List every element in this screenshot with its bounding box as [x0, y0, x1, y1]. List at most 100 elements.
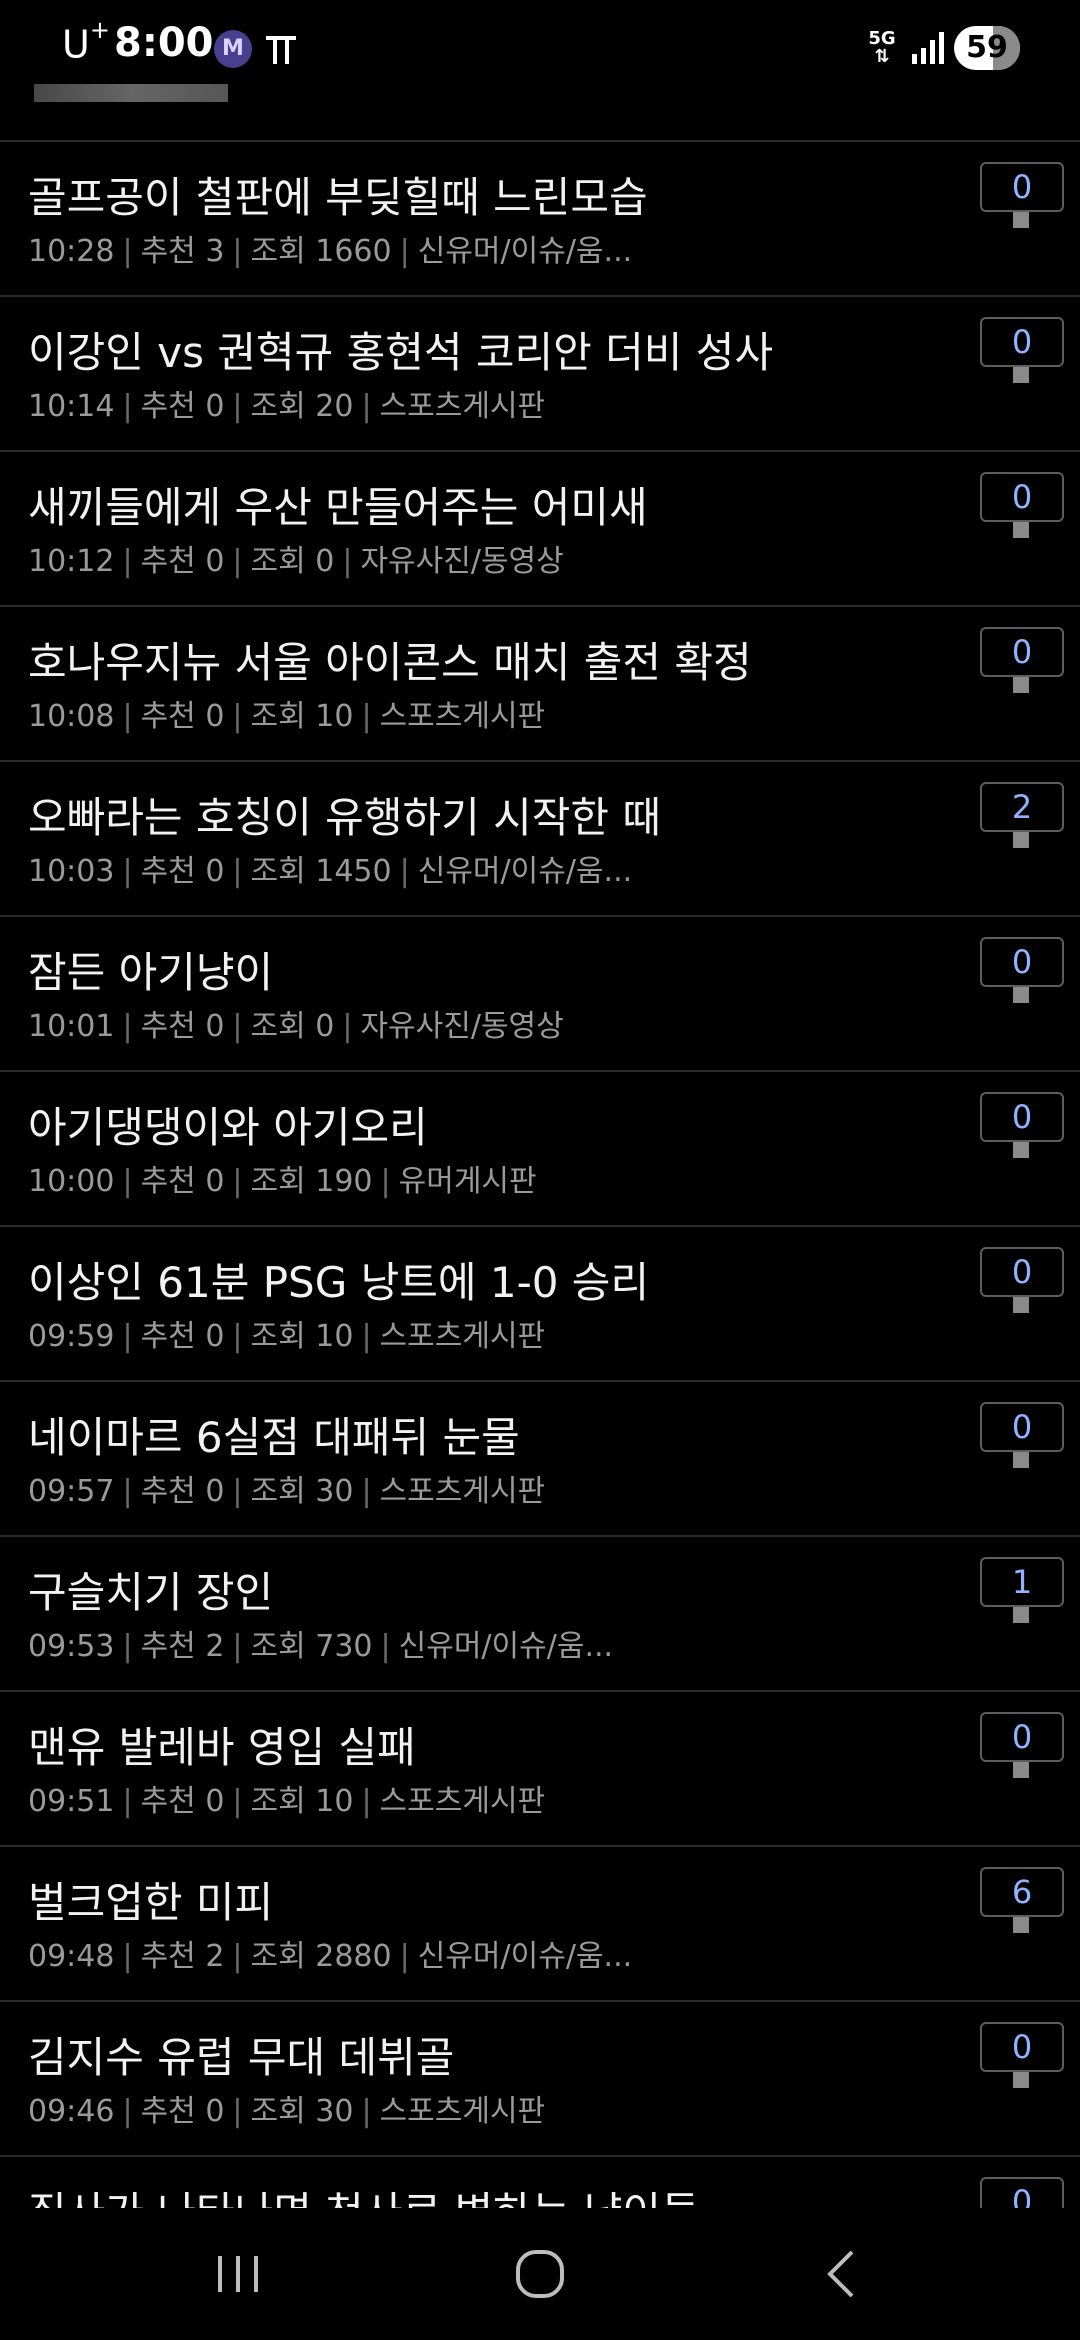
post-time: 10:14 — [28, 389, 115, 424]
post-title[interactable]: 새끼들에게 우산 만들어주는 어미새 — [28, 474, 648, 535]
post-title[interactable]: 오빠라는 호칭이 유행하기 시작한 때 — [28, 784, 661, 845]
recents-icon[interactable] — [208, 2244, 268, 2304]
post-views: 조회 30 — [250, 2094, 354, 2129]
post-time: 10:12 — [28, 544, 115, 579]
comment-bubble-tail-icon — [1013, 367, 1029, 383]
comment-count-badge[interactable]: 0 — [980, 937, 1064, 987]
post-meta: 09:46 | 추천 0 | 조회 30 | 스포츠게시판 — [28, 2086, 545, 2130]
post-title[interactable]: 김지수 유럽 무대 데뷔골 — [28, 2024, 454, 2085]
meta-separator: | — [399, 854, 410, 889]
comment-count-badge[interactable]: 0 — [980, 162, 1064, 212]
comment-count-badge[interactable]: 0 — [980, 1712, 1064, 1762]
post-recommend: 추천 0 — [140, 854, 225, 889]
post-title[interactable]: 호나우지뉴 서울 아이콘스 매치 출전 확정 — [28, 629, 752, 690]
post-board: 신유머/이슈/움... — [417, 854, 633, 889]
meta-separator: | — [361, 1474, 372, 1509]
meta-separator: | — [122, 699, 133, 734]
post-title[interactable]: 벌크업한 미피 — [28, 1869, 273, 1930]
post-title[interactable]: 맨유 발레바 영입 실패 — [28, 1714, 416, 1775]
list-item[interactable]: 잠든 아기냥이 10:01 | 추천 0 | 조회 0 | 자유사진/동영상 0 — [0, 917, 1080, 1072]
list-item[interactable]: 새끼들에게 우산 만들어주는 어미새 10:12 | 추천 0 | 조회 0 | 자유사진/동… — [0, 452, 1080, 607]
list-item[interactable]: 골프공이 철판에 부딪힐때 느린모습 10:28 | 추천 3 | 조회 1660 | 신유머… — [0, 142, 1080, 297]
comment-bubble-tail-icon — [1013, 1452, 1029, 1468]
list-item[interactable]: 호나우지뉴 서울 아이콘스 매치 출전 확정 10:08 | 추천 0 | 조회 10 | 스… — [0, 607, 1080, 762]
post-recommend: 추천 2 — [140, 1939, 225, 1974]
battery-level: 59 — [966, 30, 1008, 65]
comment-count-badge[interactable]: 6 — [980, 1867, 1064, 1917]
list-item[interactable]: 이강인 vs 권혁규 홍현석 코리안 더비 성사 10:14 | 추천 0 | 조회 20… — [0, 297, 1080, 452]
post-title[interactable]: 이강인 vs 권혁규 홍현석 코리안 더비 성사 — [28, 319, 773, 380]
post-meta: 10:08 | 추천 0 | 조회 10 | 스포츠게시판 — [28, 691, 545, 735]
comment-count-badge[interactable]: 0 — [980, 2177, 1064, 2208]
meta-separator: | — [361, 699, 372, 734]
post-title[interactable]: 구슬치기 장인 — [28, 1559, 273, 1620]
comment-count-badge[interactable]: 0 — [980, 1092, 1064, 1142]
post-time: 09:53 — [28, 1629, 115, 1664]
post-meta: 10:03 | 추천 0 | 조회 1450 | 신유머/이슈/움... — [28, 846, 632, 890]
comment-count-badge[interactable]: 0 — [980, 1247, 1064, 1297]
t-app-icon — [266, 36, 296, 64]
post-views: 조회 0 — [250, 544, 335, 579]
meta-separator: | — [122, 1009, 133, 1044]
meta-separator: | — [399, 1939, 410, 1974]
post-time: 10:28 — [28, 234, 115, 269]
list-item[interactable]: 네이마르 6실점 대패뒤 눈물 09:57 | 추천 0 | 조회 30 | 스포츠게시판 0 — [0, 1382, 1080, 1537]
list-item[interactable]: 맨유 발레바 영입 실패 09:51 | 추천 0 | 조회 10 | 스포츠게시판 0 — [0, 1692, 1080, 1847]
list-item[interactable]: 오빠라는 호칭이 유행하기 시작한 때 10:03 | 추천 0 | 조회 1450 | 신유… — [0, 762, 1080, 917]
post-meta: 09:53 | 추천 2 | 조회 730 | 신유머/이슈/움... — [28, 1621, 613, 1665]
meta-separator: | — [232, 1784, 243, 1819]
back-icon[interactable] — [812, 2244, 872, 2304]
post-board: 신유머/이슈/움... — [417, 1939, 633, 1974]
list-item[interactable]: 아기댕댕이와 아기오리 10:00 | 추천 0 | 조회 190 | 유머게시판 0 — [0, 1072, 1080, 1227]
meta-separator: | — [122, 1784, 133, 1819]
meta-separator: | — [342, 544, 353, 579]
post-meta: 09:57 | 추천 0 | 조회 30 | 스포츠게시판 — [28, 1466, 545, 1510]
post-meta: 10:01 | 추천 0 | 조회 0 | 자유사진/동영상 — [28, 1001, 564, 1045]
post-title[interactable]: 아기댕댕이와 아기오리 — [28, 1094, 428, 1155]
carrier-plus: + — [89, 16, 110, 44]
post-recommend: 추천 0 — [140, 1164, 225, 1199]
meta-separator: | — [122, 1319, 133, 1354]
post-recommend: 추천 0 — [140, 2094, 225, 2129]
list-item[interactable]: 이상인 61분 PSG 낭트에 1-0 승리 09:59 | 추천 0 | 조회 10 | 스… — [0, 1227, 1080, 1382]
list-item[interactable]: 김지수 유럽 무대 데뷔골 09:46 | 추천 0 | 조회 30 | 스포츠게시판 0 — [0, 2002, 1080, 2157]
comment-count-badge[interactable]: 0 — [980, 472, 1064, 522]
post-board: 신유머/이슈/움... — [417, 234, 633, 269]
post-recommend: 추천 2 — [140, 1629, 225, 1664]
meta-separator: | — [122, 854, 133, 889]
post-title[interactable]: 이상인 61분 PSG 낭트에 1-0 승리 — [28, 1249, 649, 1310]
comment-count-badge[interactable]: 0 — [980, 317, 1064, 367]
post-board: 스포츠게시판 — [379, 699, 546, 734]
post-title[interactable]: 골프공이 철판에 부딪힐때 느린모습 — [28, 164, 648, 225]
post-board: 스포츠게시판 — [379, 2094, 546, 2129]
post-views: 조회 20 — [250, 389, 354, 424]
meta-separator: | — [361, 2094, 372, 2129]
meta-separator: | — [232, 1474, 243, 1509]
comment-count-badge[interactable]: 2 — [980, 782, 1064, 832]
post-meta: 10:14 | 추천 0 | 조회 20 | 스포츠게시판 — [28, 381, 545, 425]
post-time: 09:46 — [28, 2094, 115, 2129]
comment-count-badge[interactable]: 0 — [980, 2022, 1064, 2072]
carrier-label: U+ — [62, 16, 110, 67]
home-icon[interactable] — [510, 2244, 570, 2304]
post-title[interactable]: 잠든 아기냥이 — [28, 939, 273, 1000]
post-title[interactable]: 네이마르 6실점 대패뒤 눈물 — [28, 1404, 520, 1465]
comment-count-badge[interactable]: 1 — [980, 1557, 1064, 1607]
meta-separator: | — [122, 1629, 133, 1664]
post-views: 조회 0 — [250, 1009, 335, 1044]
meta-separator: | — [361, 389, 372, 424]
post-time: 09:51 — [28, 1784, 115, 1819]
meta-separator: | — [361, 1784, 372, 1819]
list-item[interactable]: 집사가 나타나면 천사로 변하는 냥이들 0 — [0, 2157, 1080, 2208]
post-list[interactable]: 골프공이 철판에 부딪힐때 느린모습 10:28 | 추천 3 | 조회 1660 | 신유머… — [0, 142, 1080, 2208]
post-time: 09:48 — [28, 1939, 115, 1974]
meta-separator: | — [399, 234, 410, 269]
list-item[interactable]: 구슬치기 장인 09:53 | 추천 2 | 조회 730 | 신유머/이슈/움... 1 — [0, 1537, 1080, 1692]
post-board: 자유사진/동영상 — [360, 1009, 564, 1044]
comment-count-badge[interactable]: 0 — [980, 627, 1064, 677]
list-item[interactable]: 벌크업한 미피 09:48 | 추천 2 | 조회 2880 | 신유머/이슈/움... 6 — [0, 1847, 1080, 2002]
post-title[interactable]: 집사가 나타나면 천사로 변하는 냥이들 — [28, 2179, 700, 2208]
comment-count-badge[interactable]: 0 — [980, 1402, 1064, 1452]
navigation-bar — [0, 2208, 1080, 2340]
post-time: 10:01 — [28, 1009, 115, 1044]
